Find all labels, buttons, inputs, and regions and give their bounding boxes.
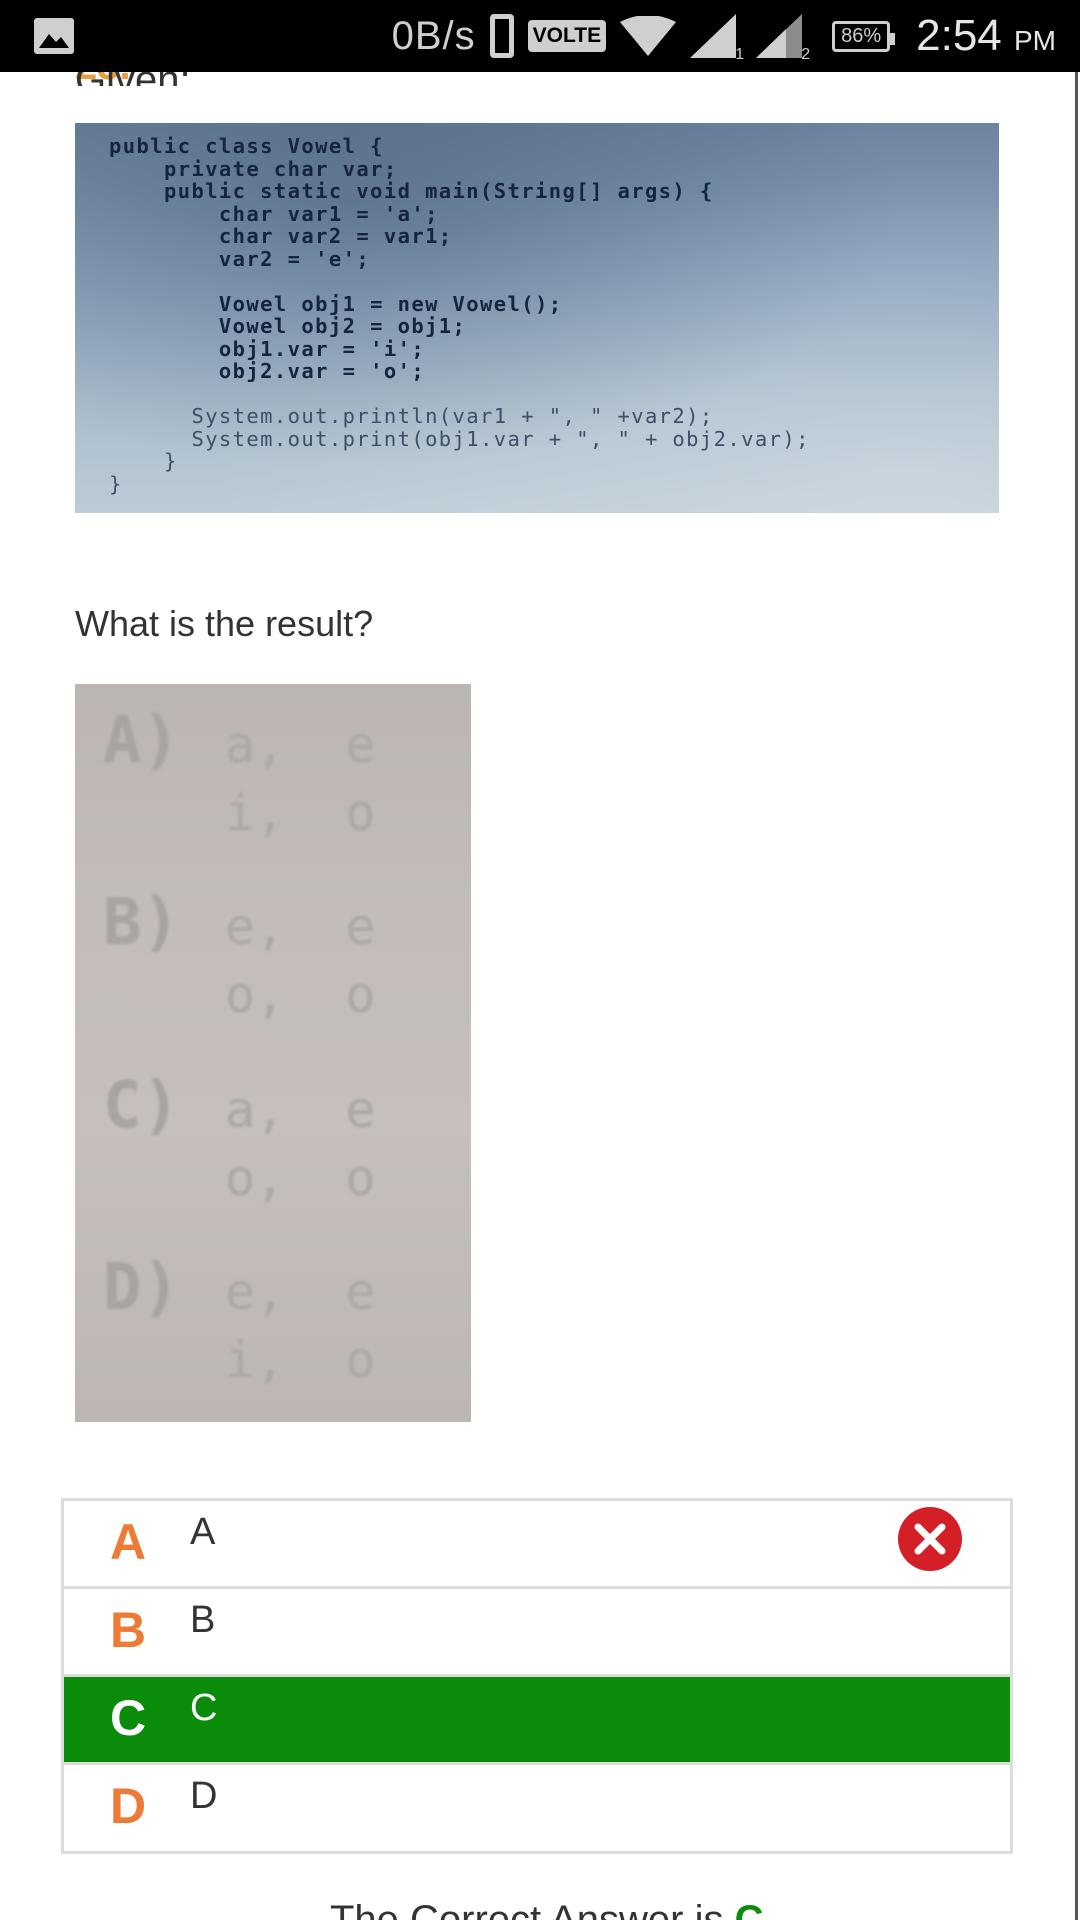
code-line: public static void main(String[] args) { bbox=[109, 179, 714, 203]
status-bar: 0B/s VOLTE 1 2 86% 2:54 PM bbox=[0, 0, 1080, 72]
code-line: char var2 = var1; bbox=[109, 224, 453, 248]
question-heading: 23.Given: bbox=[75, 72, 375, 86]
code-text: public class Vowel { private char var; p… bbox=[109, 135, 810, 495]
volte-badge: VOLTE bbox=[527, 20, 607, 52]
option-letter: C) bbox=[103, 1069, 181, 1143]
answer-letter: B bbox=[110, 1602, 147, 1658]
signal-sim1: 1 bbox=[690, 14, 744, 63]
question-label: Given: bbox=[75, 72, 375, 86]
answer-text: D bbox=[190, 1775, 218, 1817]
code-line: obj1.var = 'i'; bbox=[109, 336, 426, 361]
answer-list: A A B B C C D D bbox=[61, 1498, 1013, 1854]
option-value: i, o bbox=[225, 784, 376, 842]
clock-ampm: PM bbox=[1014, 25, 1056, 56]
code-line: private char var; bbox=[109, 156, 398, 181]
code-line: } bbox=[109, 471, 123, 496]
correct-answer-line: The Correct Answer is C bbox=[330, 1898, 763, 1920]
answer-text: A bbox=[190, 1511, 216, 1553]
code-line: var2 = 'e'; bbox=[109, 246, 371, 271]
clock-time: 2:54 bbox=[916, 11, 1002, 60]
signal-sim2: 2 bbox=[756, 14, 810, 63]
code-line: Vowel obj1 = new Vowel(); bbox=[109, 291, 563, 316]
signal-icon bbox=[756, 14, 803, 58]
code-line: System.out.print(obj1.var + ", " + obj2.… bbox=[109, 426, 810, 451]
question-prompt: What is the result? bbox=[75, 603, 374, 644]
signal-icon bbox=[690, 14, 737, 58]
status-indicators: 0B/s VOLTE 1 2 86% 2:54 PM bbox=[392, 0, 1056, 72]
option-letter: B) bbox=[103, 886, 181, 960]
code-image: public class Vowel { private char var; p… bbox=[75, 123, 999, 513]
clock: 2:54 PM bbox=[916, 11, 1056, 61]
option-letter: D) bbox=[103, 1251, 181, 1325]
answer-option-a[interactable]: A A bbox=[64, 1501, 1010, 1589]
answer-text: B bbox=[190, 1599, 216, 1641]
option-value: i, o bbox=[225, 1331, 376, 1389]
correct-answer-prefix: The Correct Answer is bbox=[330, 1898, 724, 1920]
code-line: Vowel obj2 = obj1; bbox=[109, 314, 467, 338]
option-value: o, o bbox=[225, 966, 376, 1024]
wrong-answer-icon bbox=[898, 1507, 962, 1571]
option-letter: A) bbox=[103, 704, 181, 778]
scroll-edge bbox=[1075, 72, 1078, 1920]
correct-answer-value: C bbox=[734, 1898, 764, 1920]
phone-icon bbox=[489, 14, 514, 58]
option-value: o, o bbox=[225, 1149, 376, 1207]
answer-letter: A bbox=[110, 1514, 147, 1570]
battery-indicator: 86% bbox=[832, 20, 896, 52]
code-line: public class Vowel { bbox=[109, 134, 384, 158]
sim1-label: 1 bbox=[735, 46, 745, 63]
option-value: a, e bbox=[225, 1081, 376, 1139]
options-image: A) a, e i, o B) e, e o, o C) a, e o, o D) e, e i, o bbox=[75, 684, 471, 1422]
option-value: a, e bbox=[225, 716, 376, 774]
code-line: obj2.var = 'o'; bbox=[109, 359, 426, 383]
sim2-label: 2 bbox=[801, 46, 811, 63]
answer-letter: D bbox=[110, 1778, 147, 1834]
wifi-icon bbox=[620, 16, 677, 56]
code-line: } bbox=[109, 449, 178, 473]
code-line: char var1 = 'a'; bbox=[109, 201, 439, 226]
option-value: e, e bbox=[225, 1263, 376, 1321]
answer-text: C bbox=[190, 1687, 218, 1729]
answer-option-d[interactable]: D D bbox=[64, 1765, 1010, 1851]
answer-option-b[interactable]: B B bbox=[64, 1589, 1010, 1677]
net-speed: 0B/s bbox=[391, 13, 476, 58]
code-line: System.out.println(var1 + ", " +var2); bbox=[109, 404, 714, 428]
gallery-icon bbox=[34, 18, 74, 54]
answer-letter: C bbox=[110, 1690, 147, 1746]
answer-option-c[interactable]: C C bbox=[64, 1677, 1010, 1765]
option-value: e, e bbox=[225, 898, 376, 956]
